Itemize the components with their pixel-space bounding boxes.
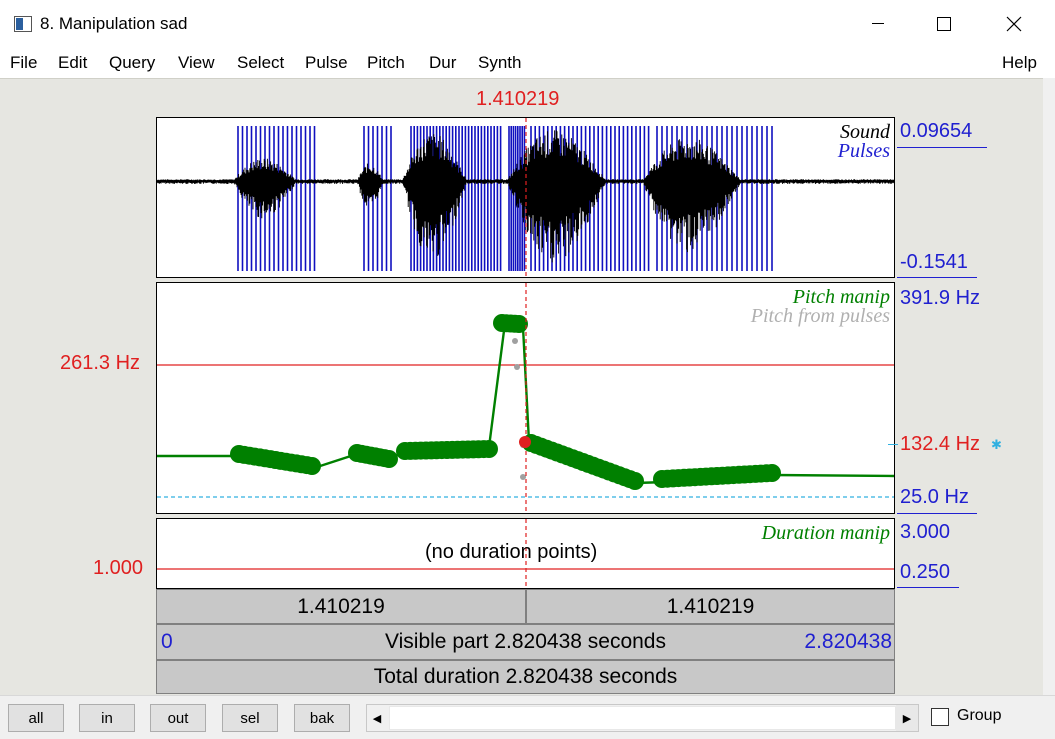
menu-help[interactable]: Help bbox=[1002, 53, 1037, 73]
bottom-toolbar: all in out sel bak ◀ ▶ Group bbox=[0, 695, 1055, 739]
menu-synth[interactable]: Synth bbox=[478, 53, 521, 73]
pulses-label: Pulses bbox=[837, 140, 890, 162]
sound-ymin: -0.1541 bbox=[900, 251, 968, 273]
cursor-time-label: 1.410219 bbox=[476, 88, 560, 110]
zoom-in-button[interactable]: in bbox=[79, 704, 135, 732]
pitch-tick bbox=[888, 444, 898, 445]
scroll-thumb[interactable] bbox=[389, 706, 896, 730]
close-icon bbox=[1006, 16, 1022, 32]
menu-edit[interactable]: Edit bbox=[58, 53, 87, 73]
visible-end: 2.820438 bbox=[804, 630, 892, 653]
close-button[interactable] bbox=[991, 6, 1037, 42]
pitch-from-pulses-label: Pitch from pulses bbox=[750, 305, 890, 327]
sound-panel[interactable]: Sound Pulses bbox=[156, 117, 895, 278]
no-duration-points: (no duration points) bbox=[425, 541, 598, 563]
menu-pulse[interactable]: Pulse bbox=[305, 53, 348, 73]
visible-part-text: Visible part 2.820438 seconds bbox=[385, 630, 666, 653]
right-edge bbox=[1043, 78, 1055, 695]
pitch-ymax: 391.9 Hz bbox=[900, 287, 981, 309]
right-segment-duration: 1.410219 bbox=[666, 594, 755, 618]
horizontal-scrollbar[interactable]: ◀ ▶ bbox=[366, 704, 919, 732]
pitch-point bbox=[380, 450, 398, 468]
sound-ymax-underline bbox=[897, 147, 987, 148]
pitch-point bbox=[510, 315, 528, 333]
menu-bar: File Edit Query View Select Pulse Pitch … bbox=[0, 48, 1055, 78]
duration-ymax: 3.000 bbox=[900, 521, 951, 543]
sound-ymin-underline bbox=[897, 277, 977, 278]
menu-query[interactable]: Query bbox=[109, 53, 155, 73]
all-button[interactable]: all bbox=[8, 704, 64, 732]
zoom-back-button[interactable]: bak bbox=[294, 704, 350, 732]
duration-hline-value: 1.000 bbox=[93, 557, 144, 579]
maximize-icon bbox=[937, 17, 951, 31]
menu-select[interactable]: Select bbox=[237, 53, 284, 73]
sound-ymax: 0.09654 bbox=[900, 120, 973, 142]
pitch-ymin: 25.0 Hz bbox=[900, 486, 969, 508]
pitch-point bbox=[626, 472, 644, 490]
left-segment-duration: 1.410219 bbox=[297, 594, 385, 618]
pitch-marker-icon: ✱ bbox=[991, 437, 1002, 452]
waveform-plot bbox=[157, 118, 894, 277]
pitch-cursor-value: 132.4 Hz bbox=[900, 433, 981, 455]
pitch-point bbox=[763, 464, 781, 482]
menu-dur[interactable]: Dur bbox=[429, 53, 456, 73]
duration-ymin: 0.250 bbox=[900, 561, 951, 583]
visible-start: 0 bbox=[161, 630, 173, 653]
pitch-point bbox=[480, 440, 498, 458]
zoom-selection-button[interactable]: sel bbox=[222, 704, 278, 732]
title-bar: 8. Manipulation sad bbox=[0, 0, 1055, 48]
zoom-out-button[interactable]: out bbox=[150, 704, 206, 732]
left-segment-bar[interactable]: 1.410219 bbox=[156, 589, 526, 624]
window-title: 8. Manipulation sad bbox=[40, 14, 188, 33]
minimize-button[interactable] bbox=[855, 6, 901, 42]
group-label: Group bbox=[957, 707, 1002, 724]
group-checkbox[interactable] bbox=[931, 708, 949, 726]
pitch-panel[interactable]: Pitch manip Pitch from pulses bbox=[156, 282, 895, 514]
pulse-pitch-dot bbox=[520, 474, 526, 480]
menu-view[interactable]: View bbox=[178, 53, 215, 73]
app-icon bbox=[14, 16, 32, 32]
duration-manip-label: Duration manip bbox=[761, 522, 890, 544]
scroll-right-icon[interactable]: ▶ bbox=[896, 705, 918, 731]
menu-file[interactable]: File bbox=[10, 53, 37, 73]
pulse-pitch-dot bbox=[512, 338, 518, 344]
duration-panel[interactable]: Duration manip (no duration points) bbox=[156, 518, 895, 589]
scroll-left-icon[interactable]: ◀ bbox=[367, 705, 387, 731]
pitch-cursor-point bbox=[519, 436, 531, 448]
menu-pitch[interactable]: Pitch bbox=[367, 53, 405, 73]
minimize-icon bbox=[872, 23, 884, 24]
pulse-pitch-dot bbox=[514, 364, 520, 370]
right-segment-bar[interactable]: 1.410219 bbox=[526, 589, 895, 624]
pitch-hline-value: 261.3 Hz bbox=[60, 352, 141, 374]
pitch-ymin-underline bbox=[897, 513, 977, 514]
maximize-button[interactable] bbox=[921, 6, 967, 42]
total-duration-bar[interactable]: Total duration 2.820438 seconds bbox=[156, 660, 895, 694]
total-duration-text: Total duration 2.820438 seconds bbox=[373, 665, 678, 688]
visible-part-bar[interactable]: 0 Visible part 2.820438 seconds 2.820438 bbox=[156, 624, 895, 660]
pitch-point bbox=[303, 457, 321, 475]
duration-ymin-underline bbox=[897, 587, 959, 588]
